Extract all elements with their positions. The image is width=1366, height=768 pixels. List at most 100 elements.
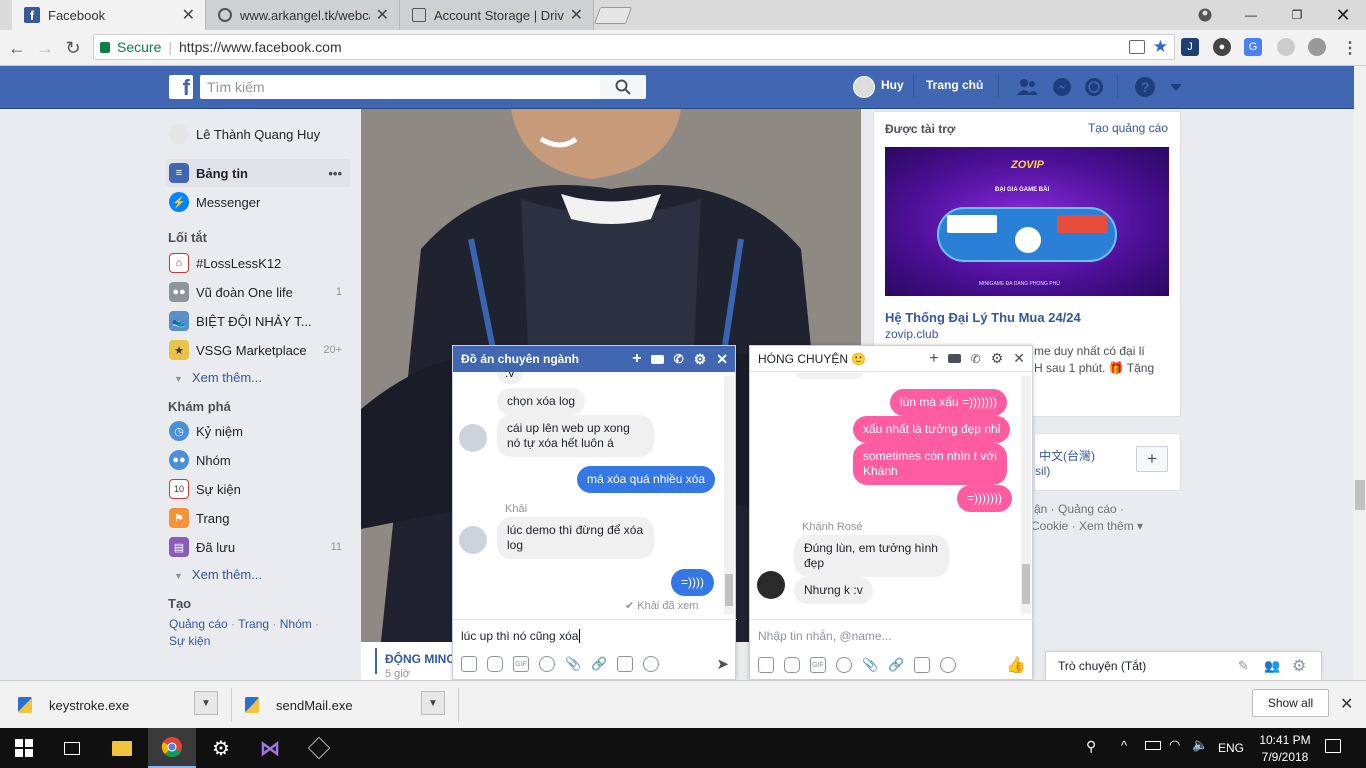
minimize-button[interactable]: —	[1240, 4, 1262, 26]
send-icon[interactable]: ➤	[716, 655, 729, 673]
chat-title[interactable]: Đồ án chuyên ngành	[461, 352, 579, 366]
see-more-link[interactable]: ▼ Xem thêm...	[174, 567, 262, 582]
sidebar-item-memories[interactable]: ◷ Kỷ niệm	[166, 417, 350, 445]
chrome-menu-icon[interactable]: ⋮	[1342, 38, 1358, 58]
volume-icon[interactable]: 🔈	[1192, 737, 1208, 753]
new-message-icon[interactable]: ✎	[1238, 658, 1249, 674]
emoji-icon[interactable]	[539, 656, 555, 672]
footer-links[interactable]: Cookie · Xem thêm ▾	[1031, 519, 1143, 533]
friend-requests-icon[interactable]	[1016, 78, 1038, 96]
settings-gear-icon[interactable]: ⚙	[197, 728, 245, 768]
create-page-link[interactable]: Trang	[238, 617, 269, 631]
restore-button[interactable]: ❐	[1286, 4, 1308, 26]
new-group-icon[interactable]: 👥	[1264, 658, 1280, 674]
messenger-icon[interactable]	[1052, 77, 1072, 97]
back-button[interactable]: ←	[7, 38, 27, 58]
chat-header[interactable]: HÓNG CHUYỆN 🙂 + ✆ ⚙ ✕	[750, 346, 1032, 372]
message-input[interactable]: Nhập tin nhắn, @name...	[758, 629, 892, 643]
extension-j-icon[interactable]: J	[1181, 38, 1199, 56]
sidebar-item-shortcut[interactable]: ●● Vũ đoàn One life 1	[166, 278, 350, 306]
create-ad-link[interactable]: Quảng cáo	[169, 617, 228, 631]
address-bar[interactable]: Secure | https://www.facebook.com ★	[93, 34, 1175, 60]
forward-button[interactable]: →	[35, 38, 55, 58]
avatar[interactable]	[459, 424, 487, 452]
sticker-icon[interactable]	[487, 656, 503, 672]
phone-call-icon[interactable]: ✆	[674, 352, 684, 366]
show-all-button[interactable]: Show all	[1252, 689, 1329, 717]
like-thumb-icon[interactable]: 👍	[1006, 655, 1026, 675]
message-list[interactable]: lùn mà xấu =))))))) xấu nhất là tưởng đẹ…	[750, 373, 1034, 616]
language-link[interactable]: sil)	[1035, 464, 1050, 478]
avatar[interactable]	[757, 571, 785, 599]
message-input[interactable]: lúc up thì nó cũng xóa	[461, 629, 581, 643]
chat-settings-icon[interactable]: ⚙	[991, 350, 1004, 367]
gif-icon[interactable]: GIF	[810, 657, 826, 673]
reload-button[interactable]: ↻	[63, 38, 83, 58]
file-explorer-icon[interactable]	[98, 728, 146, 768]
scrollbar-thumb[interactable]	[1355, 480, 1365, 510]
google-translate-icon[interactable]: G	[1244, 38, 1262, 56]
avatar[interactable]	[459, 526, 487, 554]
show-hidden-icons-chevron-icon[interactable]: ^	[1121, 738, 1127, 753]
extension-disabled-icon[interactable]	[1277, 38, 1295, 56]
audio-icon[interactable]	[643, 656, 660, 672]
chat-scrollbar-thumb[interactable]	[725, 574, 733, 606]
attach-file-icon[interactable]: 📎	[862, 657, 878, 673]
input-language[interactable]: ENG	[1218, 741, 1244, 755]
photo-icon[interactable]	[758, 657, 774, 673]
footer-links[interactable]: ận · Quảng cáo ·	[1034, 502, 1124, 516]
link-icon[interactable]: 🔗	[888, 657, 904, 673]
close-download-bar-icon[interactable]: ✕	[1340, 694, 1353, 714]
sidebar-item-events[interactable]: 10 Sự kiện	[166, 475, 350, 503]
video-call-icon[interactable]	[650, 354, 664, 364]
chat-title[interactable]: HÓNG CHUYỆN 🙂	[758, 352, 866, 366]
download-options-chevron-icon[interactable]: ▼	[194, 691, 218, 715]
close-tab-icon[interactable]: ✕	[182, 5, 195, 25]
gif-icon[interactable]: GIF	[513, 656, 529, 672]
search-input[interactable]: Tìm kiếm	[200, 75, 646, 99]
post-time[interactable]: 5 giờ	[385, 668, 410, 680]
tab-drive[interactable]: Account Storage | DriveH ✕	[400, 0, 594, 30]
add-people-icon[interactable]: +	[929, 350, 938, 368]
tab-arkangel[interactable]: www.arkangel.tk/webcam ✕	[206, 0, 400, 30]
download-options-chevron-icon[interactable]: ▼	[421, 691, 445, 715]
profile-link[interactable]: Lê Thành Quang Huy	[166, 120, 350, 148]
sidebar-item-shortcut[interactable]: 👟 BIỆT ĐỘI NHẢY T...	[166, 307, 350, 335]
clock-date[interactable]: 7/9/2018	[1258, 750, 1312, 764]
sidebar-item-pages[interactable]: ⚑ Trang	[166, 504, 350, 532]
battery-icon[interactable]	[1145, 741, 1161, 750]
sidebar-item-news-feed[interactable]: ≡ Bảng tin •••	[166, 159, 350, 187]
close-chat-icon[interactable]: ✕	[1013, 350, 1025, 367]
photo-icon[interactable]	[461, 656, 477, 672]
close-window-button[interactable]: ✕	[1332, 4, 1354, 26]
see-more-link[interactable]: ▼ Xem thêm...	[174, 370, 262, 385]
new-tab-button[interactable]	[593, 7, 633, 24]
unity-icon[interactable]	[295, 728, 343, 768]
chrome-taskbar-icon[interactable]	[148, 728, 196, 768]
profile-link[interactable]: Huy	[881, 78, 904, 92]
create-group-link[interactable]: Nhóm	[280, 617, 312, 631]
link-icon[interactable]: 🔗	[591, 656, 607, 672]
wifi-icon[interactable]: ◠	[1169, 737, 1180, 753]
help-icon[interactable]: ?	[1135, 77, 1155, 97]
phone-call-icon[interactable]: ✆	[971, 352, 981, 366]
camera-icon[interactable]	[617, 656, 634, 672]
ad-banner-image[interactable]: ZOVIP ĐẠI GIA GAME BÀI MINIGAME ĐA DẠNG …	[885, 147, 1169, 296]
tab-facebook[interactable]: f Facebook ✕	[12, 0, 206, 30]
profile-icon[interactable]	[1194, 4, 1216, 26]
visual-studio-icon[interactable]: ⋈	[246, 728, 294, 768]
close-tab-icon[interactable]: ✕	[570, 5, 583, 25]
extension-circle-icon[interactable]: ●	[1213, 38, 1231, 56]
create-ad-link[interactable]: Tạo quảng cáo	[1088, 121, 1168, 135]
add-language-button[interactable]: +	[1136, 446, 1168, 472]
bookmark-star-icon[interactable]: ★	[1153, 37, 1168, 57]
download-item[interactable]: sendMail.exe	[245, 688, 445, 722]
extension-gear-icon[interactable]	[1308, 38, 1326, 56]
clock-time[interactable]: 10:41 PM	[1258, 733, 1312, 747]
chat-scrollbar-thumb[interactable]	[1022, 564, 1030, 604]
search-button[interactable]	[600, 75, 646, 99]
chat-sidebar-bar[interactable]: Trò chuyện (Tắt) ✎ 👥 ⚙	[1045, 651, 1322, 680]
sidebar-item-shortcut[interactable]: ★ VSSG Marketplace 20+	[166, 336, 350, 364]
notifications-globe-icon[interactable]	[1084, 77, 1104, 97]
more-options-icon[interactable]: •••	[328, 166, 342, 181]
